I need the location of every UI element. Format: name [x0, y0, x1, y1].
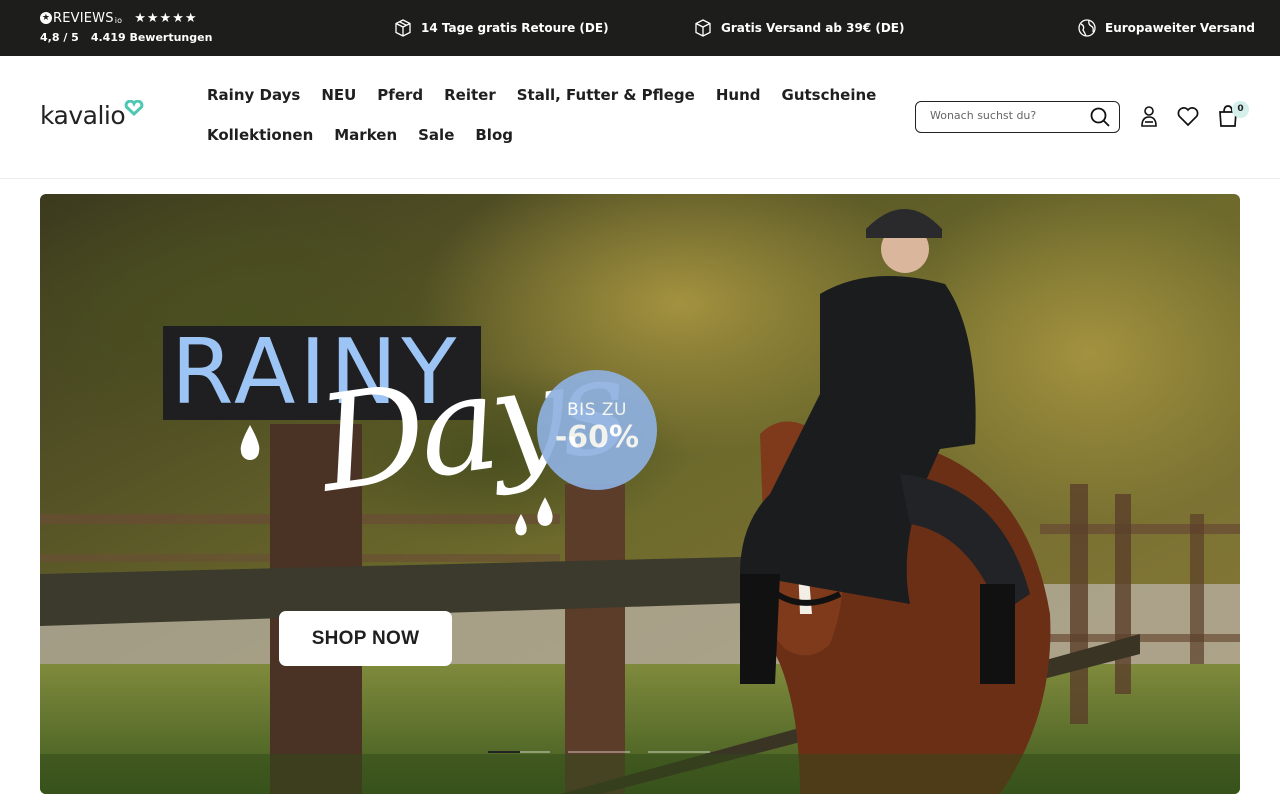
raindrop-icon: [537, 497, 553, 526]
usp-label: Gratis Versand ab 39€ (DE): [721, 21, 905, 35]
usp-label: Europaweiter Versand: [1105, 21, 1255, 35]
slide-indicator-2[interactable]: [568, 751, 630, 753]
search-box: [915, 101, 1120, 133]
cart-count-badge: 0: [1232, 101, 1249, 118]
reviews-star-icon: ★: [40, 12, 52, 24]
nav-item-marken[interactable]: Marken: [334, 126, 397, 144]
nav-item-neu[interactable]: NEU: [321, 86, 356, 104]
reviews-widget[interactable]: ★ REVIEWS io ★★★★★ 4,8 / 5 4.419 Bewertu…: [40, 9, 212, 44]
site-header: kavalio Rainy Days NEU Pferd Reiter Stal…: [0, 56, 1280, 179]
usp-europe-shipping: Europaweiter Versand: [1077, 0, 1255, 56]
nav-item-blog[interactable]: Blog: [475, 126, 513, 144]
nav-item-stall-futter-pflege[interactable]: Stall, Futter & Pflege: [517, 86, 695, 104]
rating-stars: ★★★★★: [134, 10, 198, 26]
box-return-icon: [395, 19, 411, 37]
kavalio-logo[interactable]: kavalio: [40, 100, 145, 130]
usp-label: 14 Tage gratis Retoure (DE): [421, 21, 609, 35]
shop-now-button[interactable]: SHOP NOW: [279, 611, 452, 666]
top-bar: ★ REVIEWS io ★★★★★ 4,8 / 5 4.419 Bewertu…: [0, 0, 1280, 56]
nav-item-kollektionen[interactable]: Kollektionen: [207, 126, 313, 144]
nav-item-rainy-days[interactable]: Rainy Days: [207, 86, 300, 104]
slide-indicator-1-track: [520, 751, 550, 753]
logo-heart-icon: [124, 100, 144, 116]
package-icon: [695, 19, 711, 37]
discount-badge: BIS ZU -60%: [537, 370, 657, 490]
slide-indicator-1[interactable]: [488, 751, 520, 753]
hero-background-image: [40, 194, 1240, 794]
usp-free-shipping: Gratis Versand ab 39€ (DE): [693, 0, 905, 56]
nav-item-reiter[interactable]: Reiter: [444, 86, 496, 104]
nav-item-pferd[interactable]: Pferd: [377, 86, 423, 104]
account-icon[interactable]: [1136, 103, 1162, 129]
nav-item-gutscheine[interactable]: Gutscheine: [782, 86, 877, 104]
reviews-logo: ★ REVIEWS io: [40, 10, 123, 26]
hero-banner[interactable]: RAINY Days BIS ZU -60% SHOP NOW: [40, 194, 1240, 794]
rating-count: 4.419 Bewertungen: [90, 31, 213, 44]
raindrop-icon: [515, 514, 527, 536]
raindrop-icon: [240, 425, 260, 460]
nav-item-sale[interactable]: Sale: [418, 126, 454, 144]
globe-icon: [1078, 19, 1096, 37]
rating-score: 4,8 / 5: [40, 31, 79, 44]
search-icon[interactable]: [1089, 106, 1111, 128]
wishlist-heart-icon[interactable]: [1175, 103, 1201, 129]
search-input[interactable]: [930, 109, 1080, 122]
slide-indicator-3[interactable]: [648, 751, 710, 753]
slider-pagination: [488, 751, 728, 753]
usp-free-returns: 14 Tage gratis Retoure (DE): [393, 0, 609, 56]
nav-item-hund[interactable]: Hund: [716, 86, 761, 104]
